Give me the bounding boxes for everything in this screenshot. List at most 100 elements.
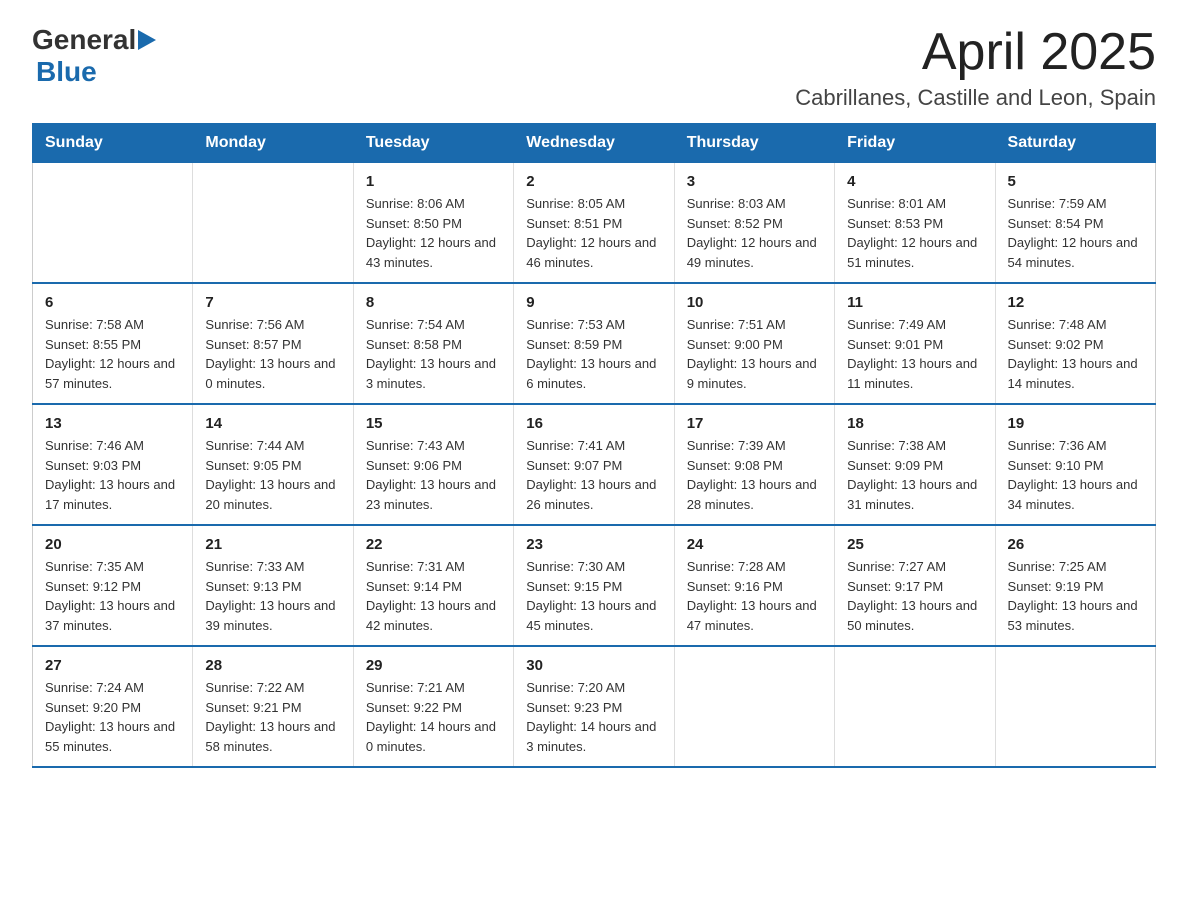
calendar-cell: 25Sunrise: 7:27 AM Sunset: 9:17 PM Dayli… [835,525,995,646]
day-number: 10 [687,294,822,311]
day-info: Sunrise: 7:25 AM Sunset: 9:19 PM Dayligh… [1008,557,1143,635]
calendar-week-row: 20Sunrise: 7:35 AM Sunset: 9:12 PM Dayli… [33,525,1156,646]
day-info: Sunrise: 7:39 AM Sunset: 9:08 PM Dayligh… [687,436,822,514]
calendar-week-row: 1 Sunrise: 8:06 AM Sunset: 8:50 PM Daylig… [33,163,1156,284]
calendar-subtitle: Cabrillanes, Castille and Leon, Spain [795,85,1156,111]
day-number: 27 [45,657,180,674]
day-info: Sunrise: 7:27 AM Sunset: 9:17 PM Dayligh… [847,557,982,635]
day-number: 26 [1008,536,1143,553]
day-info: Sunrise: 7:58 AM Sunset: 8:55 PM Dayligh… [45,315,180,393]
day-number: 7 [205,294,340,311]
day-number: 21 [205,536,340,553]
calendar-cell: 29 Sunrise: 7:21 AM Sunset: 9:22 PM Dayli… [353,646,513,767]
calendar-cell: 18 Sunrise: 7:38 AM Sunset: 9:09 PM Dayli… [835,404,995,525]
day-info: Sunrise: 7:44 AM Sunset: 9:05 PM Dayligh… [205,436,340,514]
calendar-week-row: 6 Sunrise: 7:58 AM Sunset: 8:55 PM Daylig… [33,283,1156,404]
day-info: Sunrise: 7:21 AM Sunset: 9:22 PM Dayligh… [366,678,501,756]
calendar-cell: 6 Sunrise: 7:58 AM Sunset: 8:55 PM Daylig… [33,283,193,404]
day-info: Sunrise: 7:56 AM Sunset: 8:57 PM Dayligh… [205,315,340,393]
day-info: Sunrise: 7:51 AM Sunset: 9:00 PM Dayligh… [687,315,822,393]
calendar-week-row: 27 Sunrise: 7:24 AM Sunset: 9:20 PM Dayli… [33,646,1156,767]
calendar-cell: 1 Sunrise: 8:06 AM Sunset: 8:50 PM Daylig… [353,163,513,284]
day-info: Sunrise: 7:48 AM Sunset: 9:02 PM Dayligh… [1008,315,1143,393]
day-number: 3 [687,173,822,190]
calendar-cell: 15 Sunrise: 7:43 AM Sunset: 9:06 PM Dayli… [353,404,513,525]
day-info: Sunrise: 7:59 AM Sunset: 8:54 PM Dayligh… [1008,194,1143,272]
day-info: Sunrise: 7:33 AM Sunset: 9:13 PM Dayligh… [205,557,340,635]
weekday-header-saturday: Saturday [995,124,1155,163]
calendar-cell [995,646,1155,767]
calendar-cell: 28 Sunrise: 7:22 AM Sunset: 9:21 PM Dayli… [193,646,353,767]
day-number: 11 [847,294,982,311]
day-number: 15 [366,415,501,432]
calendar-cell: 9 Sunrise: 7:53 AM Sunset: 8:59 PM Daylig… [514,283,674,404]
calendar-cell: 21 Sunrise: 7:33 AM Sunset: 9:13 PM Dayli… [193,525,353,646]
calendar-cell: 14 Sunrise: 7:44 AM Sunset: 9:05 PM Dayli… [193,404,353,525]
calendar-cell: 16 Sunrise: 7:41 AM Sunset: 9:07 PM Dayli… [514,404,674,525]
logo-arrow-icon [138,26,160,54]
day-number: 17 [687,415,822,432]
calendar-table: SundayMondayTuesdayWednesdayThursdayFrid… [32,123,1156,768]
weekday-header-row: SundayMondayTuesdayWednesdayThursdayFrid… [33,124,1156,163]
calendar-cell [193,163,353,284]
calendar-cell: 12 Sunrise: 7:48 AM Sunset: 9:02 PM Dayli… [995,283,1155,404]
day-info: Sunrise: 7:41 AM Sunset: 9:07 PM Dayligh… [526,436,661,514]
calendar-cell: 27 Sunrise: 7:24 AM Sunset: 9:20 PM Dayli… [33,646,193,767]
calendar-cell: 2 Sunrise: 8:05 AM Sunset: 8:51 PM Daylig… [514,163,674,284]
logo: General Blue [32,24,160,88]
day-number: 20 [45,536,180,553]
day-info: Sunrise: 7:53 AM Sunset: 8:59 PM Dayligh… [526,315,661,393]
day-number: 23 [526,536,661,553]
day-info: Sunrise: 8:06 AM Sunset: 8:50 PM Dayligh… [366,194,501,272]
calendar-cell: 19Sunrise: 7:36 AM Sunset: 9:10 PM Dayli… [995,404,1155,525]
day-number: 1 [366,173,501,190]
day-number: 12 [1008,294,1143,311]
day-number: 16 [526,415,661,432]
day-number: 14 [205,415,340,432]
day-number: 2 [526,173,661,190]
calendar-cell: 8 Sunrise: 7:54 AM Sunset: 8:58 PM Daylig… [353,283,513,404]
calendar-cell: 4Sunrise: 8:01 AM Sunset: 8:53 PM Daylig… [835,163,995,284]
day-info: Sunrise: 8:01 AM Sunset: 8:53 PM Dayligh… [847,194,982,272]
day-info: Sunrise: 7:30 AM Sunset: 9:15 PM Dayligh… [526,557,661,635]
calendar-cell: 3 Sunrise: 8:03 AM Sunset: 8:52 PM Daylig… [674,163,834,284]
weekday-header-sunday: Sunday [33,124,193,163]
day-info: Sunrise: 7:36 AM Sunset: 9:10 PM Dayligh… [1008,436,1143,514]
logo-general-text: General [32,24,136,56]
day-number: 8 [366,294,501,311]
calendar-cell: 30 Sunrise: 7:20 AM Sunset: 9:23 PM Dayli… [514,646,674,767]
calendar-week-row: 13Sunrise: 7:46 AM Sunset: 9:03 PM Dayli… [33,404,1156,525]
calendar-cell: 24Sunrise: 7:28 AM Sunset: 9:16 PM Dayli… [674,525,834,646]
day-info: Sunrise: 7:20 AM Sunset: 9:23 PM Dayligh… [526,678,661,756]
calendar-cell: 11 Sunrise: 7:49 AM Sunset: 9:01 PM Dayli… [835,283,995,404]
day-info: Sunrise: 8:03 AM Sunset: 8:52 PM Dayligh… [687,194,822,272]
weekday-header-monday: Monday [193,124,353,163]
day-number: 18 [847,415,982,432]
calendar-cell [835,646,995,767]
day-info: Sunrise: 7:24 AM Sunset: 9:20 PM Dayligh… [45,678,180,756]
weekday-header-tuesday: Tuesday [353,124,513,163]
day-info: Sunrise: 7:38 AM Sunset: 9:09 PM Dayligh… [847,436,982,514]
day-info: Sunrise: 8:05 AM Sunset: 8:51 PM Dayligh… [526,194,661,272]
day-info: Sunrise: 7:43 AM Sunset: 9:06 PM Dayligh… [366,436,501,514]
title-area: April 2025 Cabrillanes, Castille and Leo… [795,24,1156,111]
calendar-cell: 7 Sunrise: 7:56 AM Sunset: 8:57 PM Daylig… [193,283,353,404]
day-info: Sunrise: 7:46 AM Sunset: 9:03 PM Dayligh… [45,436,180,514]
calendar-cell [674,646,834,767]
day-info: Sunrise: 7:49 AM Sunset: 9:01 PM Dayligh… [847,315,982,393]
day-number: 29 [366,657,501,674]
weekday-header-wednesday: Wednesday [514,124,674,163]
calendar-cell: 10 Sunrise: 7:51 AM Sunset: 9:00 PM Dayli… [674,283,834,404]
weekday-header-friday: Friday [835,124,995,163]
page-header: General Blue April 2025 Cabrillanes, Cas… [32,24,1156,111]
calendar-cell: 23 Sunrise: 7:30 AM Sunset: 9:15 PM Dayli… [514,525,674,646]
day-number: 9 [526,294,661,311]
day-info: Sunrise: 7:54 AM Sunset: 8:58 PM Dayligh… [366,315,501,393]
day-info: Sunrise: 7:31 AM Sunset: 9:14 PM Dayligh… [366,557,501,635]
day-info: Sunrise: 7:22 AM Sunset: 9:21 PM Dayligh… [205,678,340,756]
calendar-cell: 20Sunrise: 7:35 AM Sunset: 9:12 PM Dayli… [33,525,193,646]
weekday-header-thursday: Thursday [674,124,834,163]
day-number: 28 [205,657,340,674]
day-number: 6 [45,294,180,311]
day-number: 30 [526,657,661,674]
